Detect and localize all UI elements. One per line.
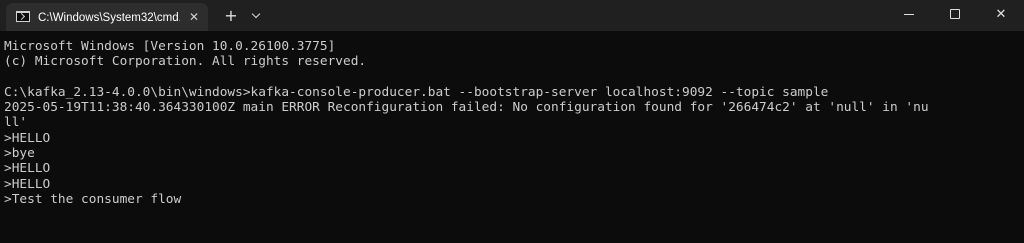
- terminal-window: C:\Windows\System32\cmd.e ✕ + ✕ Microsof…: [0, 0, 1024, 243]
- tab-title: C:\Windows\System32\cmd.e: [38, 12, 180, 24]
- terminal-icon: [16, 11, 30, 22]
- console-line: ll': [4, 115, 28, 131]
- console-output[interactable]: Microsoft Windows [Version 10.0.26100.37…: [4, 39, 1016, 239]
- console-line: C:\kafka_2.13-4.0.0\bin\windows>kafka-co…: [4, 84, 829, 100]
- console-line: >bye: [4, 146, 35, 162]
- console-line: (c) Microsoft Corporation. All rights re…: [4, 54, 367, 70]
- minimize-button[interactable]: [886, 0, 932, 31]
- tab-dropdown-button[interactable]: [248, 6, 266, 26]
- title-bar[interactable]: C:\Windows\System32\cmd.e ✕ + ✕: [0, 0, 1024, 31]
- console-line: Microsoft Windows [Version 10.0.26100.37…: [4, 39, 336, 54]
- console-line: >HELLO: [4, 130, 51, 146]
- close-button[interactable]: ✕: [978, 0, 1024, 31]
- minimize-icon: [904, 14, 914, 15]
- chevron-down-icon: [251, 9, 261, 19]
- tab-cmd[interactable]: C:\Windows\System32\cmd.e ✕: [6, 3, 208, 31]
- close-icon: ✕: [995, 7, 1007, 22]
- new-tab-button[interactable]: +: [220, 5, 242, 27]
- console-line: >HELLO: [4, 161, 51, 177]
- tab-close-button[interactable]: ✕: [186, 9, 202, 25]
- maximize-button[interactable]: [932, 0, 978, 31]
- console-line: >HELLO: [4, 176, 51, 192]
- console-line: 2025-05-19T11:38:40.364330100Z main ERRO…: [4, 100, 929, 116]
- maximize-icon: [950, 9, 960, 19]
- console-line: >Test the consumer flow: [4, 191, 182, 207]
